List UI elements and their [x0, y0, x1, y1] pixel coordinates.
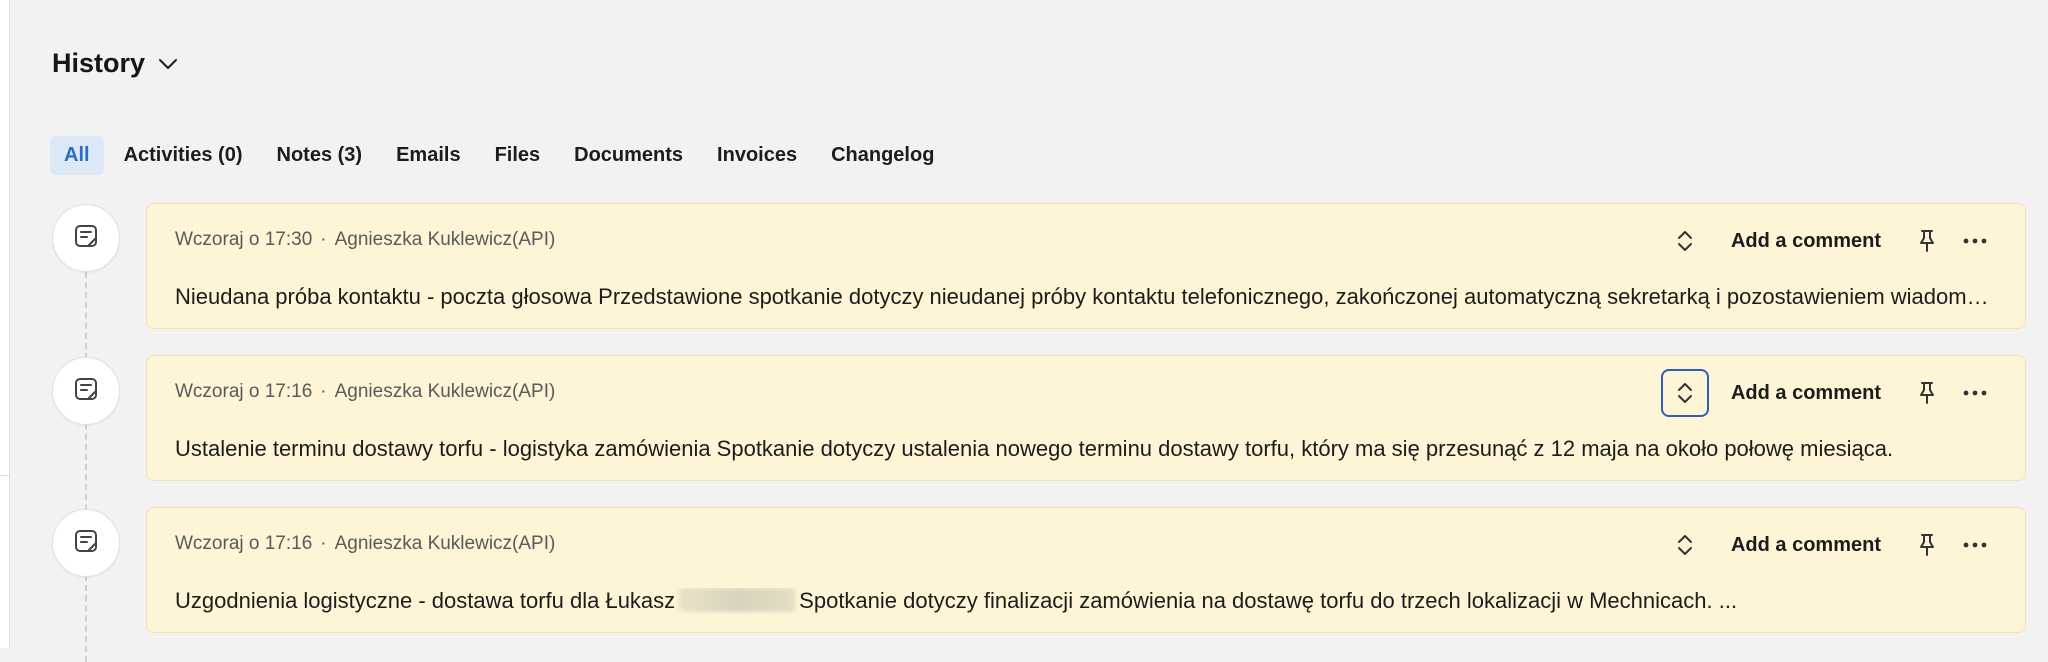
entry-meta: Wczoraj o 17:16 · Agnieszka Kuklewicz(API) [175, 533, 555, 555]
left-panel-divider [0, 475, 9, 476]
more-options-button[interactable] [1957, 217, 1993, 265]
entry-actions: Add a comment [1660, 369, 1993, 417]
entry-text[interactable]: Nieudana próba kontaktu - poczta głosowa… [175, 284, 1990, 310]
tab-emails[interactable]: Emails [382, 136, 474, 175]
entry-text-end: Spotkanie dotyczy finalizacji zamówienia… [799, 588, 1738, 613]
entry-meta: Wczoraj o 17:30 · Agnieszka Kuklewicz(API) [175, 229, 555, 251]
pin-button[interactable] [1903, 521, 1951, 569]
tab-files[interactable]: Files [481, 136, 555, 175]
note-icon [73, 528, 99, 559]
timeline-line [85, 262, 87, 662]
timeline-node [52, 204, 120, 272]
entry-time: Wczoraj o 17:30 [175, 229, 313, 250]
meta-separator: · [320, 229, 327, 250]
expand-toggle-button[interactable] [1661, 521, 1709, 569]
tab-notes[interactable]: Notes (3) [263, 136, 377, 175]
left-panel-edge [0, 0, 10, 648]
meta-separator: · [320, 533, 327, 554]
entry-author[interactable]: Agnieszka Kuklewicz(API) [335, 229, 556, 250]
add-comment-button[interactable]: Add a comment [1709, 534, 1903, 557]
more-options-button[interactable] [1957, 521, 1993, 569]
chevron-down-icon[interactable] [155, 51, 181, 77]
pin-button[interactable] [1903, 369, 1951, 417]
add-comment-button[interactable]: Add a comment [1709, 230, 1903, 253]
expand-toggle-button[interactable] [1660, 369, 1709, 417]
pin-icon [1920, 534, 1934, 556]
entry-text[interactable]: Ustalenie terminu dostawy torfu - logist… [175, 436, 1990, 462]
history-entry: Wczoraj o 17:16 · Agnieszka Kuklewicz(API)… [146, 355, 2026, 481]
tab-activities[interactable]: Activities (0) [110, 136, 257, 175]
more-options-button[interactable] [1957, 369, 1993, 417]
pin-icon [1920, 382, 1934, 404]
meta-separator: · [320, 381, 327, 402]
entry-author[interactable]: Agnieszka Kuklewicz(API) [335, 381, 556, 402]
redacted-surname [679, 588, 796, 612]
chevron-up-down-icon [1677, 535, 1692, 555]
more-horizontal-icon [1963, 390, 1987, 396]
note-icon [73, 376, 99, 407]
entry-text[interactable]: Uzgodnienia logistyczne - dostawa torfu … [175, 588, 1990, 614]
tab-all[interactable]: All [50, 136, 104, 175]
entry-actions: Add a comment [1661, 217, 1993, 265]
entry-text-start: Uzgodnienia logistyczne - dostawa torfu … [175, 588, 676, 613]
tab-changelog[interactable]: Changelog [817, 136, 948, 175]
pin-icon [1920, 230, 1934, 252]
tab-documents[interactable]: Documents [560, 136, 697, 175]
pin-button[interactable] [1903, 217, 1951, 265]
chevron-up-down-icon [1677, 231, 1692, 251]
timeline-node [52, 357, 120, 425]
history-entry: Wczoraj o 17:16 · Agnieszka Kuklewicz(API)… [146, 507, 2026, 633]
timeline-node [52, 509, 120, 577]
add-comment-button[interactable]: Add a comment [1709, 382, 1903, 405]
entry-actions: Add a comment [1661, 521, 1993, 569]
entry-time: Wczoraj o 17:16 [175, 381, 313, 402]
more-horizontal-icon [1963, 542, 1987, 548]
entry-time: Wczoraj o 17:16 [175, 533, 313, 554]
history-title: History [52, 48, 146, 78]
chevron-up-down-icon [1677, 383, 1692, 403]
history-entry: Wczoraj o 17:30 · Agnieszka Kuklewicz(API)… [146, 203, 2026, 329]
entry-meta: Wczoraj o 17:16 · Agnieszka Kuklewicz(API) [175, 381, 555, 403]
expand-toggle-button[interactable] [1661, 217, 1709, 265]
more-horizontal-icon [1963, 238, 1987, 244]
entry-author[interactable]: Agnieszka Kuklewicz(API) [335, 533, 556, 554]
tab-invoices[interactable]: Invoices [703, 136, 811, 175]
history-tabs: All Activities (0) Notes (3) Emails File… [50, 136, 954, 175]
history-header[interactable]: History [52, 48, 181, 79]
note-icon [73, 223, 99, 254]
